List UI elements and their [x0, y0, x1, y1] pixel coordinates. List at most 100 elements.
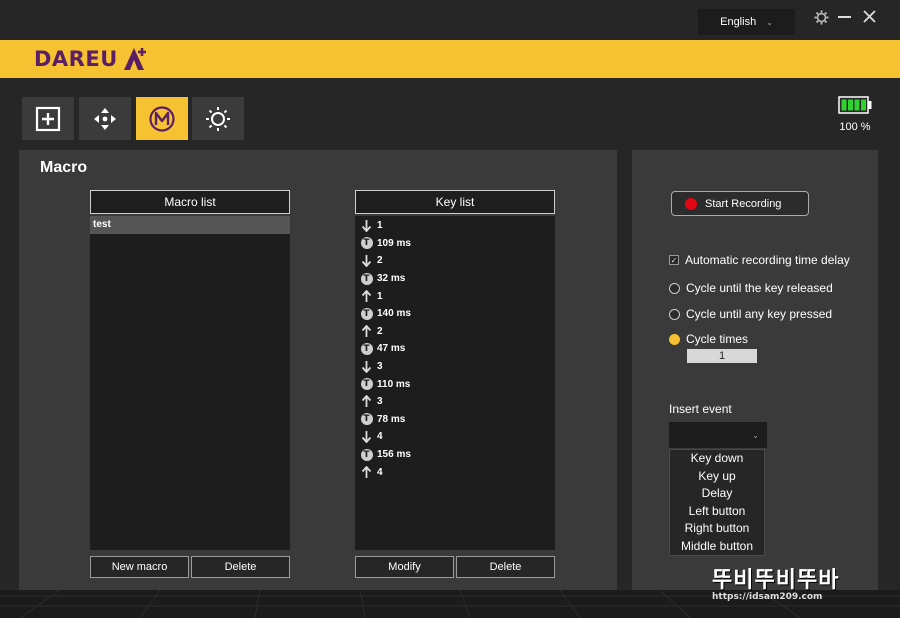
arrow-down-icon [360, 254, 373, 268]
delay-timer-icon: T [360, 237, 373, 250]
key-event-text: 2 [377, 325, 383, 337]
chevron-down-icon: ⌄ [766, 17, 773, 27]
minimize-icon[interactable] [838, 15, 852, 19]
macro-list-header: Macro list [90, 190, 290, 214]
plus-square-icon [35, 106, 61, 131]
cycle-any-key-label: Cycle until any key pressed [686, 307, 833, 321]
arrow-up-icon [360, 324, 373, 338]
key-list-header: Key list [355, 190, 555, 214]
insert-event-option[interactable]: Key up [670, 468, 764, 486]
arrow-up-icon [360, 465, 373, 479]
arrow-up-icon [360, 289, 373, 303]
key-event-text: 78 ms [377, 413, 406, 425]
tab-lighting[interactable] [192, 97, 244, 140]
brand-banner: DAREU [0, 40, 900, 78]
arrow-down-icon [360, 219, 373, 233]
insert-event-option[interactable]: Right button [670, 520, 764, 538]
start-recording-button[interactable]: Start Recording [671, 191, 809, 216]
key-event-text: 1 [377, 220, 383, 232]
dareu-logo: DAREU [34, 45, 151, 73]
key-list-item[interactable]: T 78 ms [355, 411, 555, 429]
close-icon[interactable] [863, 10, 876, 23]
insert-event-options: Key down Key up Delay Left button Right butt… [669, 449, 765, 556]
chevron-down-icon: ⌄ [752, 430, 759, 440]
key-list-item[interactable]: 3 [355, 393, 555, 411]
macro-list[interactable]: test [90, 216, 290, 550]
arrow-down-icon [360, 360, 373, 374]
key-event-text: 1 [377, 290, 383, 302]
key-event-text: 110 ms [377, 378, 411, 390]
record-dot-icon [685, 197, 697, 210]
cycle-option-times[interactable]: Cycle times [669, 332, 748, 346]
key-list-item[interactable]: 4 [355, 463, 555, 481]
delay-timer-icon: T [360, 307, 373, 320]
language-select[interactable]: English ⌄ [698, 9, 795, 35]
tab-dpi[interactable] [79, 97, 131, 140]
cycle-released-label: Cycle until the key released [686, 281, 833, 295]
arrow-down-icon [360, 430, 373, 444]
key-list-item[interactable]: 3 [355, 358, 555, 376]
key-list-item[interactable]: 1 [355, 217, 555, 235]
macro-m-icon [149, 105, 175, 132]
delay-timer-icon: T [360, 342, 373, 355]
watermark: 뚜비뚜비뚜바 https://idsam209.com [712, 562, 839, 602]
watermark-url: https://idsam209.com [712, 592, 823, 602]
cycle-times-input[interactable]: 1 [687, 349, 757, 363]
auto-delay-checkbox[interactable]: ✓ [669, 255, 679, 265]
key-list-item[interactable]: T 156 ms [355, 446, 555, 464]
dpad-icon [94, 107, 116, 130]
key-event-text: 3 [377, 361, 383, 373]
delete-macro-button[interactable]: Delete [191, 556, 290, 578]
tab-key-assign[interactable] [22, 97, 74, 140]
language-value: English [720, 16, 757, 28]
key-list-item[interactable]: T 110 ms [355, 375, 555, 393]
logo-text: DAREU [34, 47, 118, 71]
key-event-text: 47 ms [377, 343, 406, 355]
arrow-up-icon [360, 395, 373, 408]
cycle-option-any-key[interactable]: Cycle until any key pressed [669, 307, 832, 321]
modify-button[interactable]: Modify [355, 556, 454, 578]
title-bar: English ⌄ [0, 0, 900, 40]
key-list-item[interactable]: 4 [355, 428, 555, 446]
cycle-option-released[interactable]: Cycle until the key released [669, 281, 833, 295]
key-event-text: 2 [377, 255, 383, 267]
battery-indicator: 100 % [836, 96, 874, 133]
gear-icon[interactable] [814, 10, 829, 25]
auto-delay-option[interactable]: ✓ Automatic recording time delay [669, 253, 850, 267]
insert-event-option[interactable]: Left button [670, 503, 764, 521]
new-macro-button[interactable]: New macro [90, 556, 189, 578]
cycle-released-radio[interactable] [669, 282, 680, 294]
insert-event-select[interactable]: ⌄ [669, 422, 767, 448]
key-event-text: 3 [377, 396, 383, 408]
tab-macro[interactable] [136, 97, 188, 140]
watermark-title: 뚜비뚜비뚜바 [712, 568, 840, 593]
macro-list-item[interactable]: test [90, 216, 290, 234]
light-sun-icon [206, 106, 230, 131]
key-list-item[interactable]: 1 [355, 287, 555, 305]
key-list-item[interactable]: T 140 ms [355, 305, 555, 323]
insert-event-option[interactable]: Middle button [670, 538, 764, 556]
insert-event-option[interactable]: Delay [670, 485, 764, 503]
cycle-times-radio[interactable] [669, 333, 680, 345]
page-title: Macro [40, 159, 88, 176]
battery-icon [838, 96, 872, 114]
cycle-any-key-radio[interactable] [669, 308, 680, 320]
delete-key-button[interactable]: Delete [456, 556, 555, 578]
auto-delay-label: Automatic recording time delay [685, 253, 850, 267]
delay-timer-icon: T [360, 448, 373, 461]
key-list[interactable]: 1 T 109 ms 2 T 32 ms 1 T 140 ms 2 T 47 ms 3 T 110 ms 3 T… [355, 216, 555, 550]
key-event-text: 32 ms [377, 273, 406, 285]
key-list-item[interactable]: T 47 ms [355, 340, 555, 358]
delay-timer-icon: T [360, 413, 373, 426]
key-list-item[interactable]: 2 [355, 323, 555, 341]
delay-timer-icon: T [360, 272, 373, 285]
battery-percent: 100 % [839, 121, 871, 133]
delay-timer-icon: T [360, 378, 373, 391]
key-event-text: 4 [377, 431, 383, 443]
key-list-item[interactable]: 2 [355, 252, 555, 270]
key-list-item[interactable]: T 32 ms [355, 270, 555, 288]
key-list-item[interactable]: T 109 ms [355, 235, 555, 253]
insert-event-option[interactable]: Key down [670, 450, 764, 468]
cycle-times-label: Cycle times [686, 332, 749, 346]
key-event-text: 140 ms [377, 308, 411, 320]
